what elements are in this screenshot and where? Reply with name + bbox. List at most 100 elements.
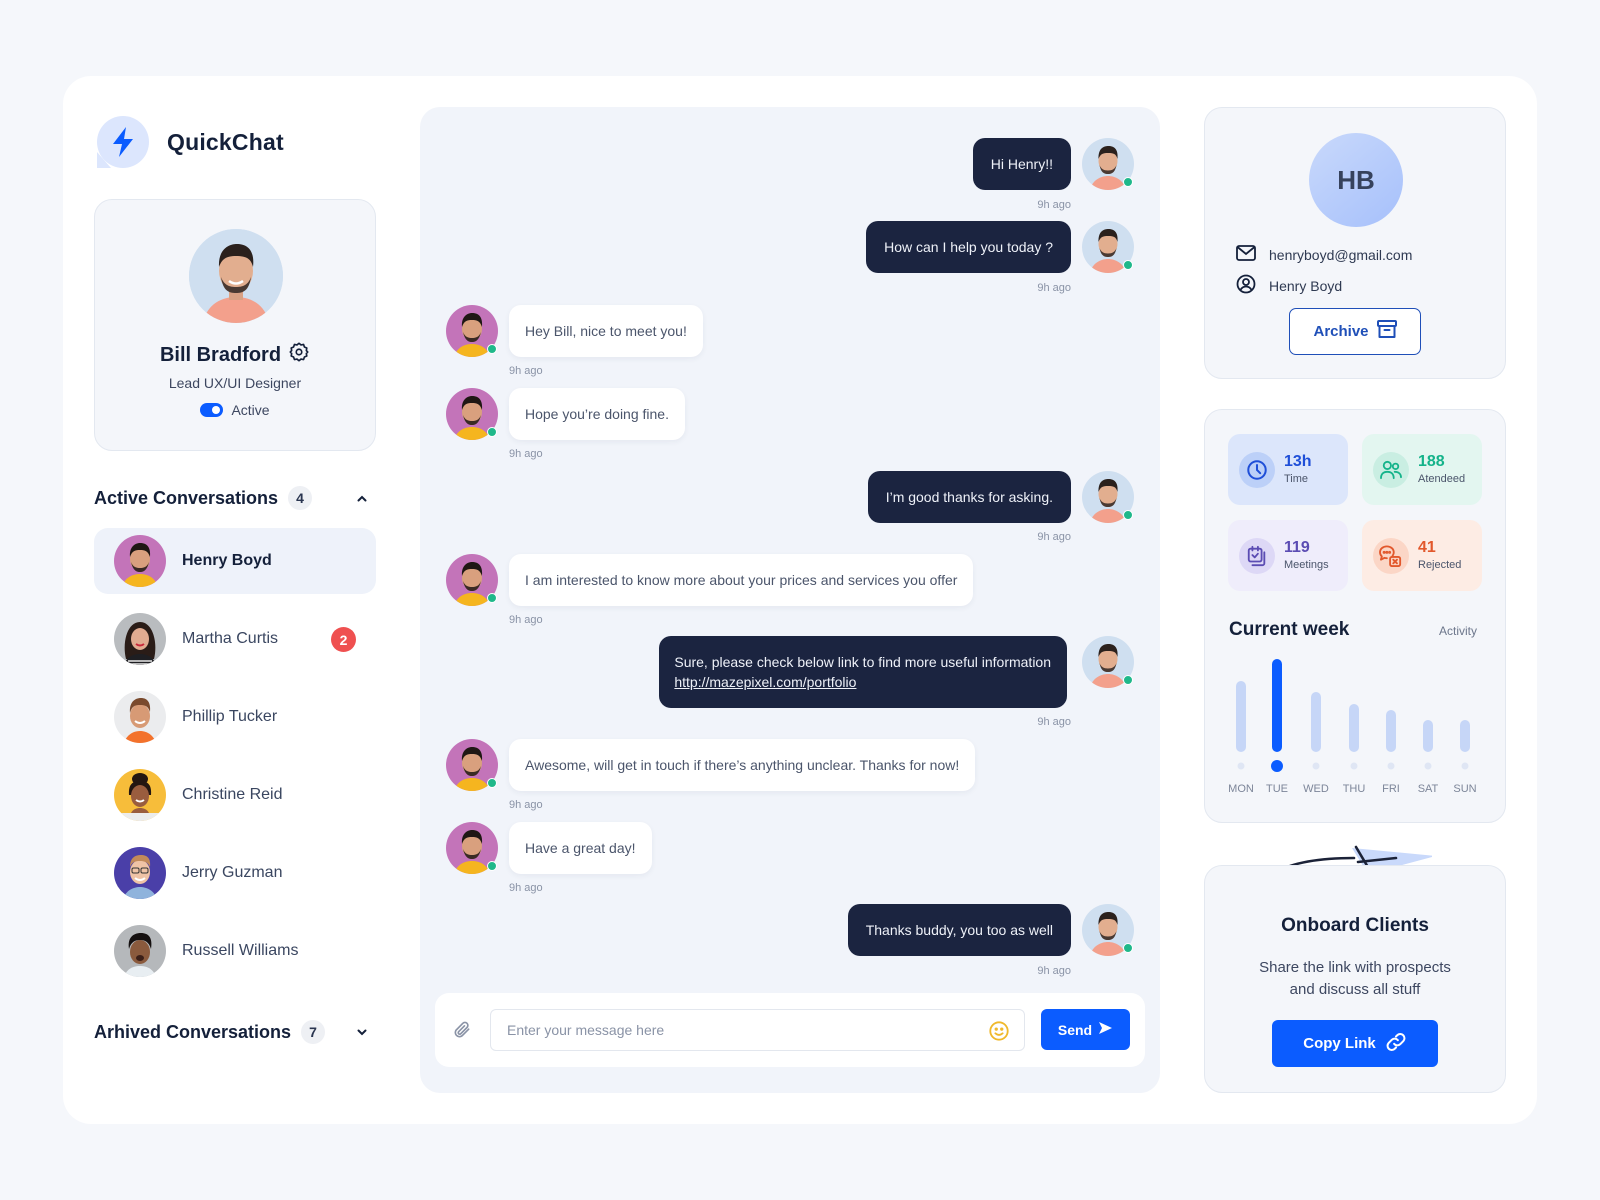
message-incoming: Awesome, will get in touch if there’s an… bbox=[509, 739, 976, 791]
stat-label: Rejected bbox=[1418, 559, 1462, 571]
active-status-toggle[interactable] bbox=[200, 403, 224, 417]
bar-fri[interactable] bbox=[1386, 710, 1396, 752]
bar-wed[interactable] bbox=[1311, 692, 1321, 752]
day-dot-thu bbox=[1350, 762, 1358, 770]
clock-icon bbox=[1239, 451, 1275, 488]
sender-avatar-me bbox=[1082, 904, 1134, 956]
send-arrow-icon bbox=[1098, 1021, 1113, 1038]
sender-avatar-henry bbox=[446, 822, 498, 874]
online-indicator bbox=[487, 778, 497, 788]
message-time: 9h ago bbox=[509, 614, 543, 626]
bar-mon[interactable] bbox=[1236, 681, 1246, 752]
link-chain-icon bbox=[1385, 1031, 1407, 1057]
message-incoming: Hey Bill, nice to meet you! bbox=[509, 305, 703, 357]
emoji-smile-icon[interactable] bbox=[988, 1020, 1010, 1047]
send-button[interactable]: Send bbox=[1041, 1009, 1130, 1050]
online-indicator bbox=[487, 593, 497, 603]
user-avatar[interactable] bbox=[189, 229, 283, 323]
profile-card: Bill Bradford Lead UX/UI Designer Active bbox=[94, 199, 376, 451]
onboard-desc-line: and discuss all stuff bbox=[1289, 981, 1421, 998]
contact-email[interactable]: henryboyd@gmail.com bbox=[1269, 247, 1412, 263]
avatar bbox=[114, 613, 166, 665]
user-role: Lead UX/UI Designer bbox=[168, 375, 302, 391]
lightning-chat-logo-icon bbox=[97, 116, 149, 168]
message-time: 9h ago bbox=[509, 365, 543, 377]
archived-conversations-header[interactable]: Arhived Conversations 7 bbox=[94, 1020, 376, 1044]
message-time: 9h ago bbox=[509, 882, 543, 894]
avatar bbox=[114, 535, 166, 587]
user-name: Bill Bradford bbox=[159, 343, 282, 366]
contact-initials-avatar: HB bbox=[1309, 133, 1403, 227]
conversation-item-christine-reid[interactable]: Christine Reid bbox=[94, 762, 376, 828]
day-dot-sun bbox=[1461, 762, 1469, 770]
day-label-fri: FRI bbox=[1382, 783, 1400, 795]
contact-name: Henry Boyd bbox=[1269, 277, 1343, 294]
online-indicator bbox=[487, 427, 497, 437]
online-indicator bbox=[487, 344, 497, 354]
archive-button[interactable]: Archive bbox=[1289, 308, 1421, 355]
conversation-name: Jerry Guzman bbox=[182, 864, 283, 881]
day-label-sun: SUN bbox=[1453, 783, 1476, 795]
message-incoming: Have a great day! bbox=[509, 822, 652, 874]
chevron-down-icon[interactable] bbox=[356, 1026, 368, 1038]
user-name-row: Bill Bradford bbox=[95, 341, 375, 369]
message-time: 9h ago bbox=[1037, 531, 1071, 543]
conversation-item-jerry-guzman[interactable]: Jerry Guzman bbox=[94, 840, 376, 906]
message-time: 9h ago bbox=[1037, 199, 1071, 211]
sender-avatar-me bbox=[1082, 471, 1134, 523]
conversation-name: Russell Williams bbox=[182, 942, 299, 959]
avatar bbox=[114, 925, 166, 977]
day-dot-mon bbox=[1237, 762, 1245, 770]
online-indicator bbox=[1123, 943, 1133, 953]
activity-link[interactable]: Activity bbox=[1439, 624, 1477, 638]
stat-label: Time bbox=[1284, 473, 1309, 485]
brand: QuickChat bbox=[97, 116, 284, 168]
sender-avatar-me bbox=[1082, 221, 1134, 273]
conversation-item-phillip-tucker[interactable]: Phillip Tucker bbox=[94, 684, 376, 750]
contact-name-row: Henry Boyd bbox=[1236, 274, 1342, 297]
day-label-tue: TUE bbox=[1266, 783, 1288, 795]
message-time: 9h ago bbox=[509, 448, 543, 460]
message-time: 9h ago bbox=[1037, 965, 1071, 977]
online-indicator bbox=[487, 861, 497, 871]
conversation-item-henry-boyd[interactable]: Henry Boyd bbox=[94, 528, 376, 594]
conversation-item-russell-williams[interactable]: Russell Williams bbox=[94, 918, 376, 984]
copy-link-button[interactable]: Copy Link bbox=[1272, 1020, 1438, 1067]
online-indicator bbox=[1123, 510, 1133, 520]
stat-value: 13h bbox=[1284, 453, 1312, 470]
sender-avatar-me bbox=[1082, 138, 1134, 190]
app-name: QuickChat bbox=[167, 128, 284, 155]
message-outgoing: Thanks buddy, you too as well bbox=[847, 904, 1071, 956]
online-indicator bbox=[1123, 177, 1133, 187]
day-label-mon: MON bbox=[1228, 783, 1254, 795]
conversation-item-martha-curtis[interactable]: Martha Curtis 2 bbox=[94, 606, 376, 672]
message-time: 9h ago bbox=[509, 799, 543, 811]
unread-badge: 2 bbox=[331, 627, 356, 652]
contact-email-row: henryboyd@gmail.com bbox=[1236, 245, 1412, 264]
paperclip-attach-icon[interactable] bbox=[452, 1019, 472, 1046]
bar-tue[interactable] bbox=[1272, 659, 1282, 752]
message-input[interactable] bbox=[491, 1010, 951, 1050]
stat-value: 41 bbox=[1418, 539, 1436, 556]
avatar bbox=[114, 769, 166, 821]
bar-sat[interactable] bbox=[1423, 720, 1433, 752]
stat-time: 13h Time bbox=[1228, 434, 1348, 505]
portfolio-link[interactable]: http://mazepixel.com/portfolio bbox=[674, 674, 856, 690]
message-time: 9h ago bbox=[1037, 282, 1071, 294]
message-input-wrapper bbox=[490, 1009, 1025, 1051]
active-conversations-count: 4 bbox=[288, 486, 313, 510]
onboard-desc-line: Share the link with prospects bbox=[1259, 959, 1451, 976]
conversation-name: Phillip Tucker bbox=[182, 708, 278, 725]
bar-thu[interactable] bbox=[1349, 704, 1359, 752]
chevron-up-icon[interactable] bbox=[356, 492, 368, 504]
message-incoming: Hope you’re doing fine. bbox=[509, 388, 685, 440]
stat-value: 119 bbox=[1284, 539, 1310, 556]
stat-label: Meetings bbox=[1284, 559, 1329, 571]
sender-avatar-henry bbox=[446, 554, 498, 606]
settings-gear-icon[interactable] bbox=[288, 341, 310, 369]
chat-panel: Hi Henry!! 9h ago How can I help you tod… bbox=[420, 107, 1160, 1093]
active-conversations-header[interactable]: Active Conversations 4 bbox=[94, 486, 376, 510]
user-circle-icon bbox=[1236, 274, 1256, 297]
bar-sun[interactable] bbox=[1460, 720, 1470, 752]
archive-box-icon bbox=[1376, 320, 1397, 343]
